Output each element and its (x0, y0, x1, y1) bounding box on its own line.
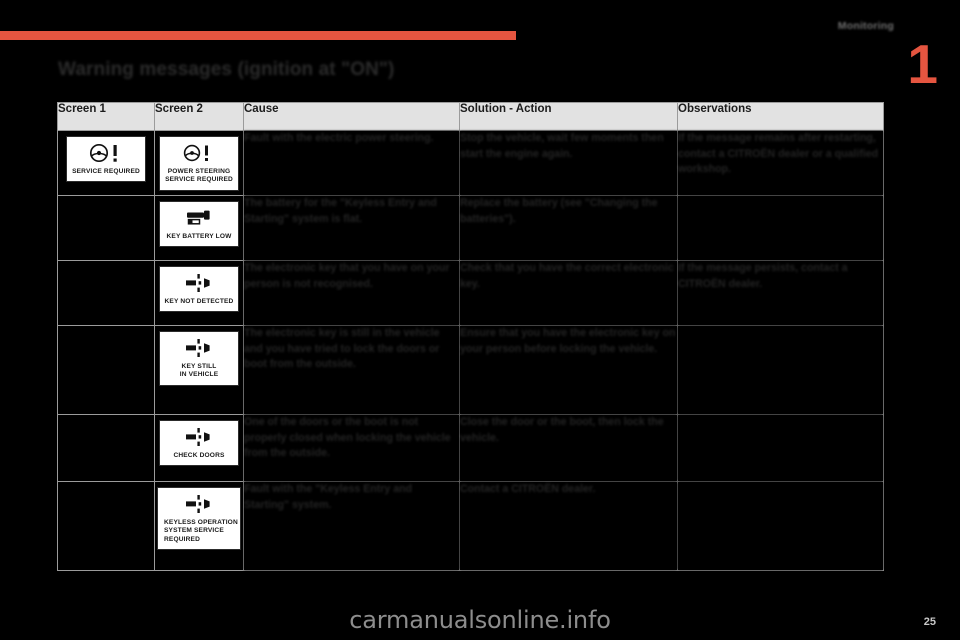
chapter-number: 1 (907, 33, 938, 95)
cell-solution: Stop the vehicle, wait few moments then … (459, 130, 678, 196)
cell-cause: The electronic key that you have on your… (243, 260, 460, 326)
cell-screen2: KEYLESS OPERATION SYSTEM SERVICE REQUIRE… (154, 481, 244, 571)
column-header-screen1: Screen 1 (57, 102, 155, 131)
telltale-caption: CHECK DOORS (173, 452, 225, 459)
steering-wheel-warning-icon (162, 143, 236, 165)
cell-screen2: KEY BATTERY LOW (154, 195, 244, 261)
site-watermark: carmanualsonline.info (349, 606, 611, 634)
table-row: KEY STILL IN VEHICLE The electronic key … (57, 325, 884, 415)
column-header-solution: Solution - Action (459, 102, 678, 131)
page-number: 25 (923, 616, 936, 628)
cell-observations: If the message persists, contact a CITRO… (677, 260, 884, 326)
cell-solution: Check that you have the correct electron… (459, 260, 678, 326)
header-accent-rule (0, 31, 516, 40)
telltale-key-still-in-vehicle: KEY STILL IN VEHICLE (159, 331, 239, 386)
table-row: KEY BATTERY LOW The battery for the "Key… (57, 195, 884, 261)
chapter-tab-label: Monitoring (837, 20, 894, 32)
table-row: CHECK DOORS One of the doors or the boot… (57, 414, 884, 482)
cell-screen2: KEY NOT DETECTED (154, 260, 244, 326)
cell-solution: Contact a CITROËN dealer. (459, 481, 678, 571)
column-header-cause: Cause (243, 102, 460, 131)
table-row: KEY NOT DETECTED The electronic key that… (57, 260, 884, 326)
telltale-caption: SERVICE REQUIRED (72, 168, 140, 175)
check-doors-icon (162, 427, 236, 449)
cell-screen1 (57, 195, 155, 261)
cell-cause: The battery for the "Keyless Entry and S… (243, 195, 460, 261)
warning-messages-table: Screen 1 Screen 2 Cause Solution - Actio… (57, 102, 884, 571)
telltale-caption: KEY NOT DETECTED (164, 298, 234, 305)
telltale-keyless-operation-service-required: KEYLESS OPERATION SYSTEM SERVICE REQUIRE… (157, 487, 241, 551)
telltale-service-required: SERVICE REQUIRED (66, 136, 146, 183)
column-header-screen2: Screen 2 (154, 102, 244, 131)
manual-page: Monitoring 1 Warning messages (ignition … (0, 0, 960, 640)
telltale-key-not-detected: KEY NOT DETECTED (159, 266, 239, 313)
steering-wheel-warning-icon (69, 143, 143, 165)
cell-screen1 (57, 260, 155, 326)
keyless-operation-service-icon (160, 494, 238, 516)
cell-solution: Ensure that you have the electronic key … (459, 325, 678, 415)
table-row: KEYLESS OPERATION SYSTEM SERVICE REQUIRE… (57, 481, 884, 571)
cell-cause: Fault with the "Keyless Entry and Starti… (243, 481, 460, 571)
telltale-caption: KEY BATTERY LOW (166, 233, 232, 240)
cell-cause: One of the doors or the boot is not prop… (243, 414, 460, 482)
cell-observations (677, 414, 884, 482)
chapter-tab: Monitoring 1 (838, 0, 960, 104)
telltale-power-steering-service-required: POWER STEERING SERVICE REQUIRED (159, 136, 239, 191)
table-row: SERVICE REQUIRED POWER STEERING SERVICE … (57, 130, 884, 196)
cell-cause: The electronic key is still in the vehic… (243, 325, 460, 415)
key-battery-icon (162, 208, 236, 230)
cell-screen1: SERVICE REQUIRED (57, 130, 155, 196)
column-header-observations: Observations (677, 102, 884, 131)
cell-solution: Replace the battery (see "Changing the b… (459, 195, 678, 261)
telltale-caption: KEYLESS OPERATION SYSTEM SERVICE REQUIRE… (164, 519, 238, 543)
key-in-vehicle-icon (162, 338, 236, 360)
telltale-check-doors: CHECK DOORS (159, 420, 239, 467)
cell-screen2: CHECK DOORS (154, 414, 244, 482)
cell-screen1 (57, 414, 155, 482)
cell-screen2: KEY STILL IN VEHICLE (154, 325, 244, 415)
cell-observations (677, 195, 884, 261)
cell-observations: If the message remains after restarting,… (677, 130, 884, 196)
telltale-caption: KEY STILL IN VEHICLE (179, 363, 219, 379)
telltale-key-battery-low: KEY BATTERY LOW (159, 201, 239, 248)
cell-observations (677, 325, 884, 415)
cell-screen1 (57, 481, 155, 571)
table-header-row: Screen 1 Screen 2 Cause Solution - Actio… (57, 102, 884, 131)
cell-cause: Fault with the electric power steering. (243, 130, 460, 196)
key-not-detected-icon (162, 273, 236, 295)
telltale-caption: POWER STEERING SERVICE REQUIRED (165, 168, 233, 184)
cell-screen2: POWER STEERING SERVICE REQUIRED (154, 130, 244, 196)
cell-observations (677, 481, 884, 571)
page-title: Warning messages (ignition at "ON") (58, 59, 395, 80)
cell-solution: Close the door or the boot, then lock th… (459, 414, 678, 482)
cell-screen1 (57, 325, 155, 415)
